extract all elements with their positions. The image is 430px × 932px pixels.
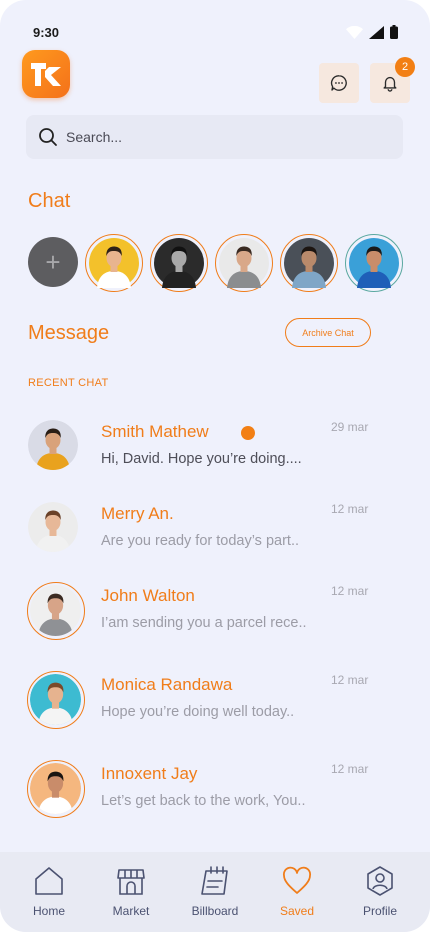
contact-name: Merry An. bbox=[101, 504, 174, 523]
avatar-photo bbox=[349, 238, 399, 288]
store-icon bbox=[114, 864, 148, 898]
contact-name: Smith Mathew bbox=[101, 422, 209, 441]
message-time: 12 mar bbox=[331, 762, 369, 776]
nav-item-profile[interactable]: Profile bbox=[339, 852, 421, 932]
nav-item-market[interactable]: Market bbox=[90, 852, 172, 932]
avatar bbox=[28, 420, 78, 470]
message-time: 12 mar bbox=[331, 502, 369, 516]
battery-icon bbox=[390, 25, 398, 39]
contact-name: John Walton bbox=[101, 586, 195, 605]
app-screen: 9:30 2 Chat + bbox=[0, 0, 430, 932]
recent-chat-label: RECENT CHAT bbox=[28, 377, 109, 389]
search-bar[interactable] bbox=[26, 115, 403, 159]
conversation-row[interactable]: Smith Mathew Hi, David. Hope you’re doing… bbox=[0, 420, 430, 500]
nav-item-home[interactable]: Home bbox=[8, 852, 90, 932]
bottom-navigation: Home Market Billboard Saved Profile bbox=[0, 852, 430, 932]
conversation-row[interactable]: Merry An. Are you ready for today’s part.… bbox=[0, 502, 430, 582]
story-avatar[interactable] bbox=[85, 234, 143, 292]
message-preview: Let’s get back to the work, You.. bbox=[101, 793, 306, 809]
conversation-row[interactable]: Innoxent Jay Let’s get back to the work, … bbox=[0, 760, 430, 842]
logo-icon bbox=[31, 63, 61, 86]
chat-bubble-icon bbox=[330, 75, 347, 91]
signal-icon bbox=[369, 25, 384, 39]
nav-label: Saved bbox=[279, 904, 315, 918]
message-time: 12 mar bbox=[331, 584, 369, 598]
avatar-photo bbox=[89, 238, 139, 288]
avatar-photo bbox=[28, 420, 78, 470]
story-avatar[interactable] bbox=[150, 234, 208, 292]
status-time: 9:30 bbox=[33, 25, 60, 40]
story-avatar[interactable] bbox=[280, 234, 338, 292]
message-preview: I’am sending you a parcel rece.. bbox=[101, 615, 307, 631]
avatar-photo bbox=[30, 674, 81, 725]
avatar-photo bbox=[30, 585, 81, 636]
avatar-photo bbox=[30, 763, 81, 814]
archive-chat-button[interactable]: Archive Chat bbox=[285, 318, 371, 347]
message-preview: Hi, David. Hope you’re doing.... bbox=[101, 451, 302, 467]
conversation-row[interactable]: Monica Randawa Hope you’re doing well tod… bbox=[0, 671, 430, 753]
search-input[interactable] bbox=[66, 129, 366, 145]
message-time: 29 mar bbox=[331, 420, 369, 434]
wifi-icon bbox=[346, 25, 363, 39]
avatar-photo bbox=[284, 238, 334, 288]
avatar bbox=[27, 760, 85, 818]
nav-label: Billboard bbox=[191, 904, 239, 918]
heart-icon bbox=[280, 864, 314, 898]
status-bar: 9:30 bbox=[0, 0, 430, 60]
avatar bbox=[27, 582, 85, 640]
message-section-title: Message bbox=[28, 322, 110, 344]
unread-indicator bbox=[241, 426, 255, 440]
avatar bbox=[27, 671, 85, 729]
conversation-row[interactable]: John Walton I’am sending you a parcel rec… bbox=[0, 582, 430, 664]
app-logo[interactable] bbox=[22, 50, 70, 98]
avatar bbox=[28, 502, 78, 552]
contact-name: Innoxent Jay bbox=[101, 764, 198, 783]
nav-item-billboard[interactable]: Billboard bbox=[174, 852, 256, 932]
message-time: 12 mar bbox=[331, 673, 369, 687]
nav-item-saved[interactable]: Saved bbox=[256, 852, 338, 932]
avatar-photo bbox=[28, 502, 78, 552]
chat-section-title: Chat bbox=[28, 190, 71, 212]
add-story-button[interactable]: + bbox=[28, 237, 78, 287]
story-avatar[interactable] bbox=[345, 234, 403, 292]
status-icons bbox=[346, 25, 398, 39]
contact-name: Monica Randawa bbox=[101, 675, 233, 694]
profile-icon bbox=[363, 864, 397, 898]
nav-label: Home bbox=[32, 904, 65, 918]
message-preview: Hope you’re doing well today.. bbox=[101, 704, 295, 720]
home-icon bbox=[32, 864, 66, 898]
avatar-photo bbox=[219, 238, 269, 288]
bell-icon bbox=[383, 76, 397, 92]
messages-button[interactable] bbox=[319, 63, 359, 103]
avatar-photo bbox=[154, 238, 204, 288]
search-icon bbox=[38, 127, 58, 147]
nav-label: Market bbox=[112, 904, 150, 918]
billboard-icon bbox=[198, 864, 232, 898]
nav-label: Profile bbox=[362, 904, 397, 918]
notification-badge: 2 bbox=[395, 57, 415, 77]
story-avatar[interactable] bbox=[215, 234, 273, 292]
message-preview: Are you ready for today’s part.. bbox=[101, 533, 300, 549]
plus-icon: + bbox=[45, 246, 61, 277]
